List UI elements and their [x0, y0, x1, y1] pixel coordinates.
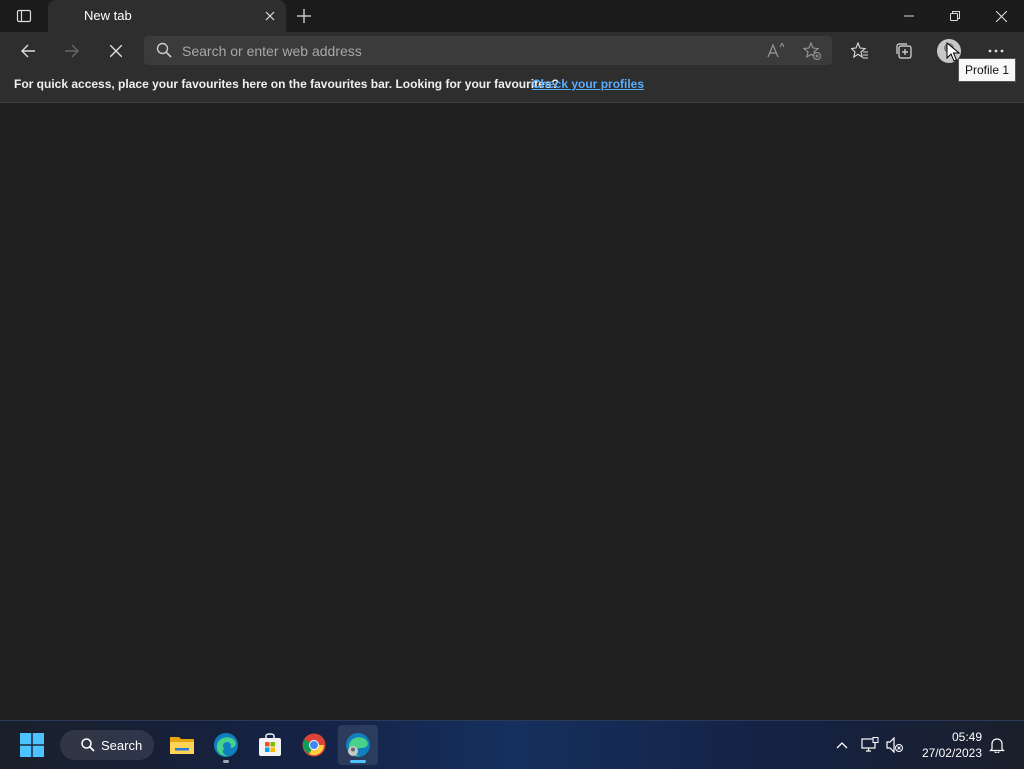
- taskbar-clock[interactable]: 05:49 27/02/2023: [914, 729, 982, 761]
- volume-button[interactable]: [885, 735, 905, 755]
- clock-time: 05:49: [951, 730, 982, 744]
- minimize-button[interactable]: [886, 0, 932, 32]
- clock-date: 27/02/2023: [921, 746, 982, 760]
- stop-loading-button[interactable]: [100, 35, 132, 67]
- chrome-icon: [302, 733, 326, 757]
- file-explorer-icon: [170, 737, 194, 754]
- tab-actions-icon: [16, 9, 32, 23]
- tab-new-tab[interactable]: New tab: [48, 0, 286, 32]
- taskbar-search-button[interactable]: Search: [60, 730, 154, 760]
- address-bar[interactable]: [144, 36, 832, 65]
- volume-muted-icon: [886, 737, 903, 753]
- search-icon: [81, 738, 95, 752]
- taskbar-search-label: Search: [101, 737, 143, 753]
- restore-button[interactable]: [932, 0, 978, 32]
- network-button[interactable]: [860, 735, 880, 755]
- forward-button[interactable]: [56, 35, 88, 67]
- add-favourite-icon: [803, 42, 821, 60]
- address-input[interactable]: [180, 40, 744, 62]
- title-bar: New tab: [0, 0, 1024, 32]
- edge-profile-button[interactable]: [338, 725, 378, 765]
- more-icon: [988, 49, 1004, 53]
- edge-icon: [214, 733, 238, 757]
- collections-icon: [896, 43, 912, 59]
- notification-bell-icon: [989, 738, 1005, 753]
- favourites-icon: [851, 42, 868, 59]
- back-button[interactable]: [12, 35, 44, 67]
- favourites-bar: For quick access, place your favourites …: [0, 70, 1024, 103]
- page-content: [0, 103, 1024, 720]
- forward-icon: [65, 44, 79, 58]
- close-icon: [995, 10, 1007, 22]
- stop-loading-icon: [110, 45, 122, 57]
- check-profiles-link[interactable]: Check your profiles: [532, 77, 644, 91]
- tab-close-button[interactable]: [260, 6, 280, 26]
- file-explorer-button[interactable]: [162, 725, 202, 765]
- mouse-cursor-icon: [946, 42, 960, 62]
- network-icon: [861, 737, 879, 752]
- taskbar: Search 05:49 27/02/2023: [0, 720, 1024, 769]
- start-icon: [20, 733, 44, 757]
- favourites-bar-message: For quick access, place your favourites …: [14, 77, 559, 91]
- chevron-up-icon: [836, 742, 848, 749]
- new-tab-button[interactable]: [292, 4, 316, 28]
- collections-button[interactable]: [888, 35, 920, 67]
- search-icon: [156, 42, 172, 58]
- favourites-button[interactable]: [844, 35, 876, 67]
- plus-icon: [297, 9, 311, 23]
- microsoft-store-button[interactable]: [250, 725, 290, 765]
- chrome-button[interactable]: [294, 725, 334, 765]
- tab-actions-button[interactable]: [8, 4, 40, 28]
- back-icon: [21, 44, 35, 58]
- active-indicator: [350, 760, 366, 763]
- edge-profile-icon: [346, 733, 370, 757]
- show-hidden-icons-button[interactable]: [832, 735, 852, 755]
- close-icon: [265, 11, 275, 21]
- minimize-icon: [904, 15, 914, 17]
- add-favourite-button[interactable]: [800, 39, 824, 63]
- close-window-button[interactable]: [978, 0, 1024, 32]
- edge-button[interactable]: [206, 725, 246, 765]
- start-button[interactable]: [12, 725, 52, 765]
- microsoft-store-icon: [259, 733, 281, 756]
- tab-title: New tab: [84, 8, 132, 23]
- read-aloud-button[interactable]: [764, 39, 788, 63]
- running-indicator: [223, 760, 229, 763]
- profile-tooltip: Profile 1: [958, 58, 1017, 82]
- notifications-button[interactable]: [987, 735, 1007, 755]
- restore-icon: [950, 11, 960, 21]
- read-aloud-icon: [767, 43, 785, 58]
- browser-toolbar: [0, 32, 1024, 70]
